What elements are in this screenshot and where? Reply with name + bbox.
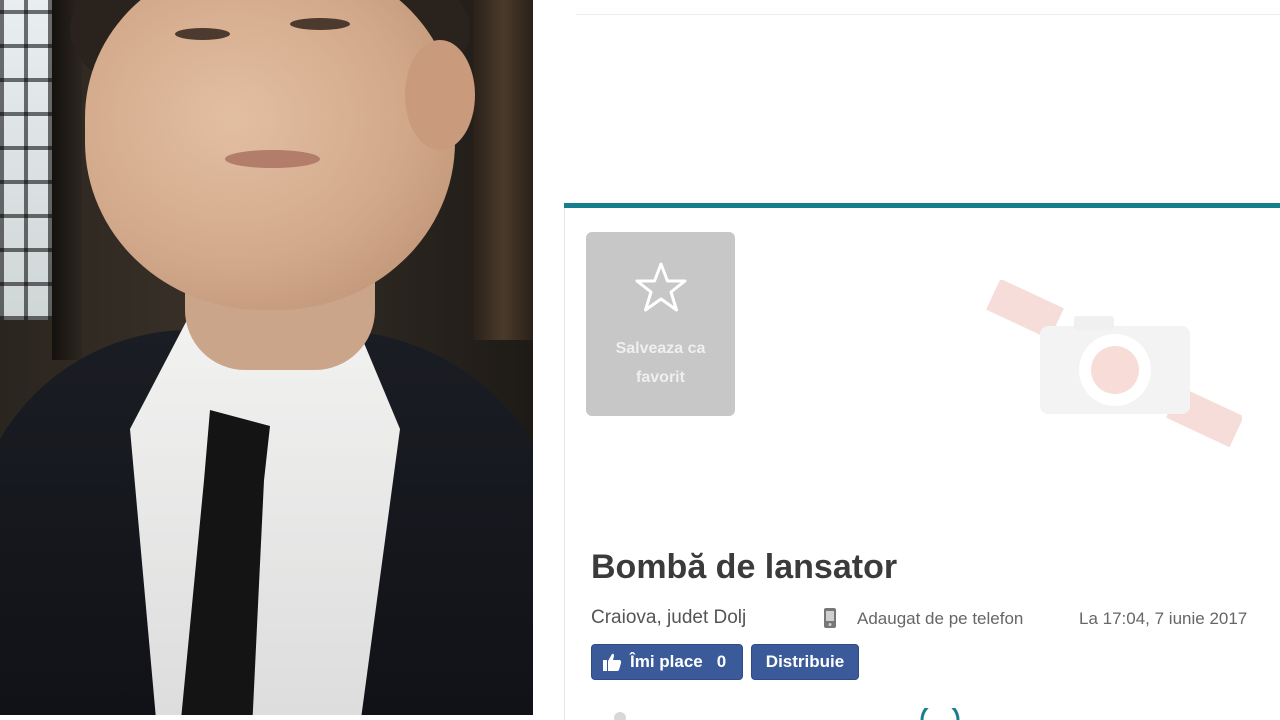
accent-bar [564, 203, 1280, 208]
like-count: 0 [716, 652, 727, 671]
photo-window [0, 0, 52, 320]
top-divider [576, 14, 1280, 15]
facebook-share-button[interactable]: Distribuie [751, 644, 859, 680]
photo [0, 0, 533, 715]
photo-left-eye [175, 28, 230, 40]
photo-background-door [473, 0, 533, 340]
social-buttons: Îmi place 0 Distribuie [591, 644, 859, 680]
save-favorite-button[interactable]: Salveaza ca favorit [586, 232, 735, 416]
listing-location: Craiova, judet Dolj [591, 607, 747, 628]
mobile-phone-icon [824, 608, 836, 628]
photo-right-eye [290, 18, 350, 30]
listing-title: Bombă de lansator [591, 548, 898, 586]
facebook-like-button[interactable]: Îmi place 0 [591, 644, 743, 680]
card-border [564, 208, 565, 720]
photo-mouth [225, 150, 320, 168]
thumbs-up-icon [603, 653, 622, 671]
listing-timestamp: La 17:04, 7 iunie 2017 [1079, 609, 1248, 628]
star-icon [635, 262, 686, 312]
save-favorite-label: Salveaza ca favorit [615, 340, 706, 386]
listing-page: Salveaza ca favorit Bombă de lansator Cr… [562, 0, 1280, 720]
camera-placeholder-icon [986, 280, 1242, 448]
photo-face [85, 0, 455, 310]
like-label: Îmi place [630, 652, 703, 671]
photo-ear [405, 40, 475, 150]
added-via-label: Adaugat de pe telefon [857, 609, 1024, 628]
share-label: Distribuie [765, 652, 845, 671]
cut-off-content [614, 708, 960, 720]
listing-meta: Craiova, judet Dolj Adaugat de pe telefo… [591, 607, 1280, 631]
